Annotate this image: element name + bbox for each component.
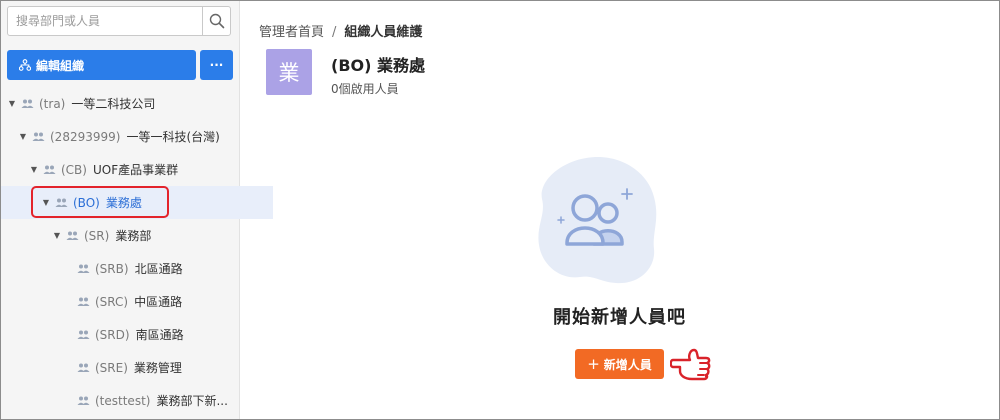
selection-highlight-box — [31, 186, 169, 218]
more-options-label: ··· — [209, 58, 224, 72]
search-icon — [209, 13, 224, 29]
search-box — [7, 6, 231, 36]
breadcrumb-current: 組織人員維護 — [344, 25, 423, 40]
tree-item-label: UOF產品事業群 — [92, 163, 179, 177]
department-title: (BO) 業務處 — [331, 56, 425, 75]
tree-item-code: (SRE) — [95, 360, 128, 375]
search-input[interactable] — [8, 7, 204, 35]
plus-icon: + — [587, 355, 600, 373]
breadcrumb-home-link[interactable]: 管理者首頁 — [259, 25, 324, 40]
tree-item-cb[interactable]: ▼ (CB) UOF產品事業群 — [1, 153, 261, 186]
tree-item-code: (tra) — [39, 96, 66, 111]
tree-item-label: 南區通路 — [135, 328, 184, 342]
tree-item-label: 業務部下新... — [156, 394, 228, 408]
app-window: 編輯組織 ··· ▼ (tra) 一等二科技公司 ▼ (28293999) 一等 — [0, 0, 1000, 420]
department-avatar-char: 業 — [278, 61, 300, 85]
caret-down-icon[interactable]: ▼ — [29, 165, 39, 174]
tree-item-label: 一等二科技公司 — [71, 97, 156, 111]
search-button[interactable] — [202, 7, 230, 35]
tree-item-code: (testtest) — [95, 393, 151, 408]
tree-item-code: (28293999) — [50, 129, 121, 144]
group-icon — [21, 99, 34, 108]
more-options-button[interactable]: ··· — [200, 50, 233, 80]
caret-down-icon[interactable]: ▼ — [18, 132, 28, 141]
group-icon — [32, 132, 45, 141]
sidebar: 編輯組織 ··· ▼ (tra) 一等二科技公司 ▼ (28293999) 一等 — [1, 1, 273, 419]
group-icon — [77, 363, 90, 372]
edit-organization-button[interactable]: 編輯組織 — [7, 50, 196, 80]
main-content: 管理者首頁 / 組織人員維護 業 (BO) 業務處 0個啟用人員 開始新增人員吧 +… — [240, 1, 999, 419]
tree-item-label: 北區通路 — [134, 262, 183, 276]
tree-item-code: (SRC) — [95, 294, 129, 309]
group-icon — [77, 330, 90, 339]
tree-item-tra[interactable]: ▼ (tra) 一等二科技公司 — [1, 87, 239, 120]
group-icon — [77, 396, 90, 405]
empty-state-title: 開始新增人員吧 — [553, 307, 686, 328]
tree-item-code: (SRD) — [95, 327, 130, 342]
tree-item-code: (CB) — [61, 162, 87, 177]
caret-down-icon[interactable]: ▼ — [52, 231, 62, 240]
group-icon — [77, 297, 90, 306]
empty-people-illustration — [538, 157, 657, 284]
tree-item-28293999[interactable]: ▼ (28293999) 一等一科技(台灣) — [1, 120, 250, 153]
caret-down-icon[interactable]: ▼ — [7, 99, 17, 108]
add-member-button[interactable]: + 新增人員 — [575, 349, 664, 379]
tree-item-label: 一等一科技(台灣) — [126, 130, 220, 144]
breadcrumb-separator: / — [332, 25, 337, 40]
pointing-hand-icon — [670, 348, 711, 381]
group-icon — [43, 165, 56, 174]
tree-item-code: (SRB) — [95, 261, 129, 276]
department-member-count: 0個啟用人員 — [331, 82, 399, 96]
org-chart-icon — [19, 59, 31, 71]
tree-item-label: 中區通路 — [134, 295, 183, 309]
department-avatar: 業 — [266, 49, 312, 95]
tree-item-label: 業務管理 — [133, 361, 182, 375]
group-icon — [66, 231, 79, 240]
tree-item-label: 業務部 — [115, 229, 152, 243]
group-icon — [77, 264, 90, 273]
breadcrumb: 管理者首頁 / 組織人員維護 — [259, 21, 422, 40]
edit-organization-label: 編輯組織 — [36, 58, 85, 73]
add-member-label: 新增人員 — [603, 357, 652, 372]
tree-item-code: (SR) — [84, 228, 110, 243]
